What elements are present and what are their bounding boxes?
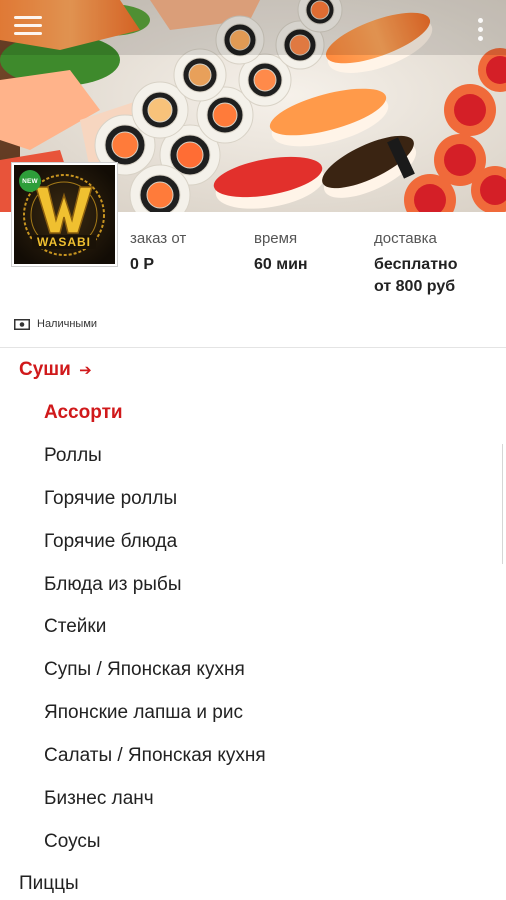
min-order-label: заказ от (130, 230, 187, 247)
delivery-time-value: 60 мин (254, 256, 308, 273)
payment-method: Наличными (14, 318, 97, 330)
category-sushi[interactable]: Суши ➔ (19, 359, 92, 381)
subcategory-salads[interactable]: Салаты / Японская кухня (44, 745, 266, 767)
subcategory-business-lunch[interactable]: Бизнес ланч (44, 788, 154, 810)
subcategory-sauces[interactable]: Соусы (44, 831, 101, 853)
cash-icon (14, 318, 30, 330)
search-icon[interactable] (412, 14, 442, 44)
delivery-time-label: время (254, 230, 298, 247)
min-order-value: 0 Р (130, 256, 155, 273)
subcategory-soups[interactable]: Супы / Японская кухня (44, 659, 245, 681)
subcategory-rolls[interactable]: Роллы (44, 445, 102, 467)
category-sushi-label: Суши (19, 359, 71, 380)
arrow-right-icon: ➔ (79, 362, 92, 379)
subcategory-hot-rolls[interactable]: Горячие роллы (44, 488, 177, 510)
payment-method-label: Наличными (37, 318, 98, 330)
more-vert-icon[interactable] (468, 14, 492, 44)
delivery-cost-threshold: от 800 руб (374, 278, 456, 295)
new-badge: NEW (19, 170, 41, 192)
subcategory-fish-dishes[interactable]: Блюда из рыбы (44, 574, 181, 596)
subcategory-hot-dishes[interactable]: Горячие блюда (44, 531, 177, 553)
delivery-time-info: время 60 мин (254, 230, 308, 276)
category-pizza[interactable]: Пиццы (19, 873, 79, 895)
divider (0, 347, 506, 348)
delivery-cost-info: доставка бесплатно от 800 руб (374, 230, 457, 298)
scrollbar[interactable] (502, 444, 506, 564)
restaurant-logo: WASABI NEW (12, 163, 117, 266)
logo-wordmark: WASABI (37, 235, 91, 249)
subcategory-noodles-rice[interactable]: Японские лапша и рис (44, 702, 243, 724)
hamburger-menu-icon[interactable] (14, 16, 42, 38)
min-order-info: заказ от 0 Р (130, 230, 186, 276)
delivery-cost-value: бесплатно (374, 256, 458, 273)
subcategory-assorti[interactable]: Ассорти (44, 402, 123, 424)
delivery-cost-label: доставка (374, 230, 437, 247)
subcategory-steaks[interactable]: Стейки (44, 616, 106, 638)
